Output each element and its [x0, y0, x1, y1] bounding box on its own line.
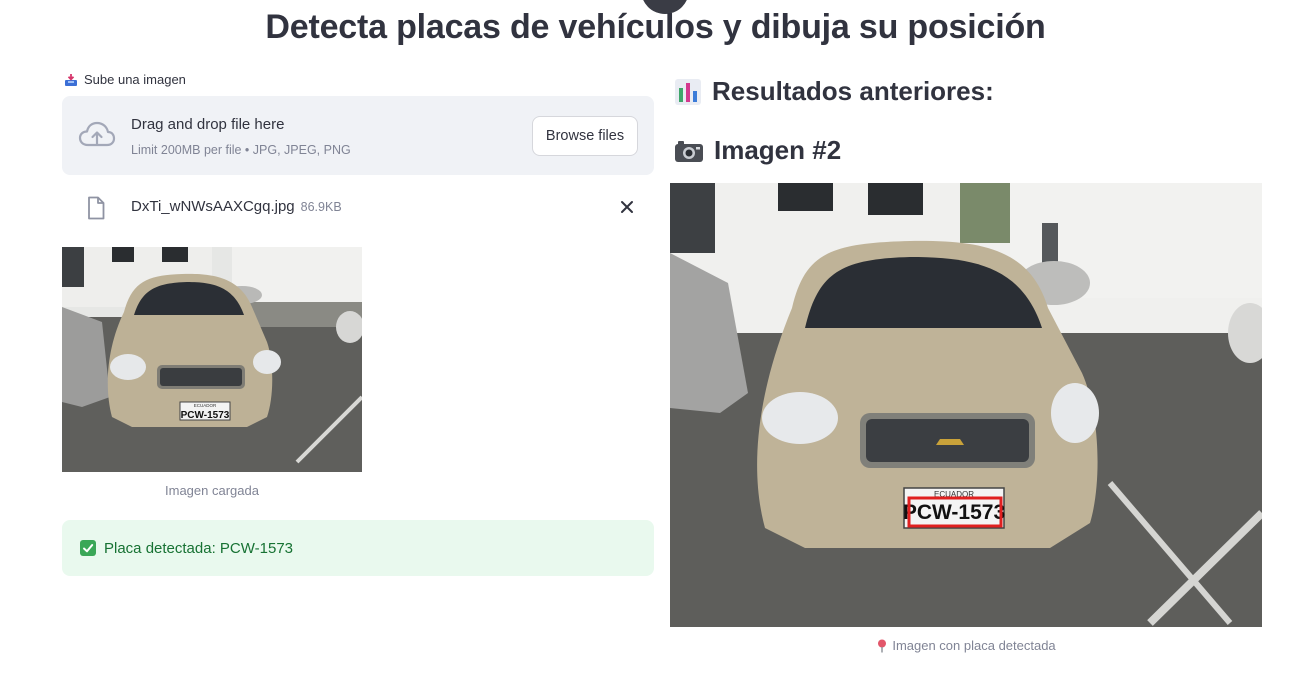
browse-files-button[interactable]: Browse files — [532, 116, 638, 156]
pin-icon — [878, 639, 887, 652]
dropzone-title: Drag and drop file here — [131, 116, 285, 133]
uploaded-image: ECUADOR PCW-1573 — [62, 247, 362, 472]
uploaded-car-photo: ECUADOR PCW-1573 — [62, 247, 362, 472]
close-icon[interactable] — [618, 198, 636, 216]
check-box-icon — [80, 540, 96, 556]
uploader-label-text: Sube una imagen — [84, 72, 186, 87]
success-message: Placa detectada: PCW-1573 — [104, 539, 294, 557]
cloud-upload-icon — [78, 121, 116, 147]
page-title: Detecta placas de vehículos y dibuja su … — [265, 8, 1046, 46]
file-size: 86.9KB — [300, 200, 342, 214]
file-name-text: DxTi_wNWsAAXCgq.jpg — [131, 198, 295, 215]
thumb-plate-text: PCW-1573 — [181, 410, 230, 421]
image-heading-text: Imagen #2 — [714, 135, 842, 165]
result-caption-text: Imagen con placa detectada — [892, 638, 1056, 653]
bar-chart-icon — [675, 78, 701, 105]
file-dropzone[interactable]: Drag and drop file here Limit 200MB per … — [62, 96, 654, 175]
file-name: DxTi_wNWsAAXCgq.jpg 86.9KB — [131, 198, 342, 215]
results-heading: Resultados anteriores: — [674, 76, 994, 107]
uploaded-file-row: DxTi_wNWsAAXCgq.jpg 86.9KB — [62, 188, 654, 226]
dropzone-limit: Limit 200MB per file • JPG, JPEG, PNG — [131, 143, 351, 157]
results-heading-text: Resultados anteriores: — [712, 76, 994, 106]
uploaded-image-caption: Imagen cargada — [165, 483, 259, 498]
result-image: ECUADOR PCW-1573 — [670, 183, 1262, 627]
result-plate-text: PCW-1573 — [903, 501, 1005, 524]
result-car-photo: ECUADOR PCW-1573 — [670, 183, 1262, 627]
thumb-plate-header: ECUADOR — [194, 403, 217, 408]
image-heading: Imagen #2 — [674, 135, 841, 166]
uploader-label: Sube una imagen — [64, 72, 186, 87]
success-alert: Placa detectada: PCW-1573 — [62, 520, 654, 576]
camera-icon — [675, 140, 703, 162]
result-image-caption: Imagen con placa detectada — [670, 638, 1262, 653]
file-icon — [88, 196, 105, 220]
inbox-tray-icon — [65, 73, 77, 86]
